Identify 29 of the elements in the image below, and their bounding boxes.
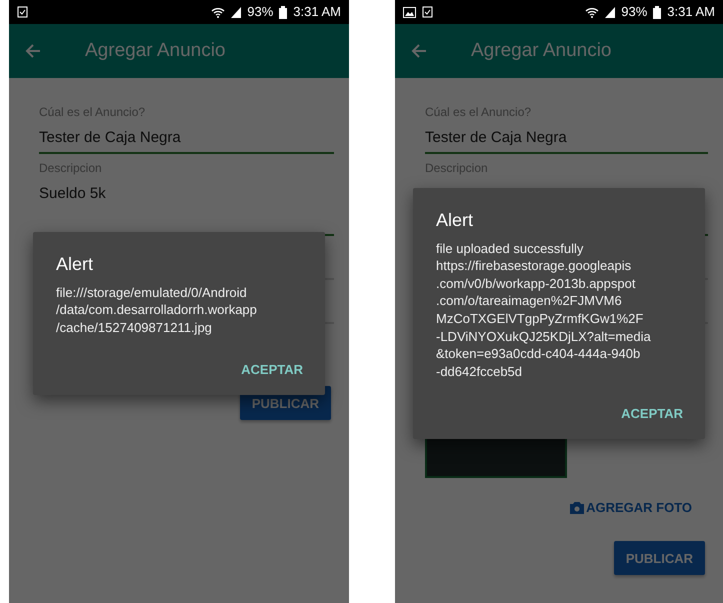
field-value: Sueldo 5k [39, 184, 107, 204]
field-value: Tester de Caja Negra [425, 128, 568, 148]
publish-button[interactable]: PUBLICAR [614, 541, 705, 575]
battery-percent: 93% [621, 4, 648, 20]
dialog-message: file uploaded successfully https://firebasestorage.googleapis .com/v0/b/workapp-2013b.appspot .com/o/tareaimagen%2FJMVM6 MzCoTXGElVTgpPyZrmfKGw1%2F -LDViNYOXukQJ25KDjLX?alt=media &token=e93a0cdd-c404-444a-940b -dd642fcceb5d [436, 240, 652, 380]
screen-title: Agregar Anuncio [471, 40, 612, 62]
battery-icon [279, 6, 288, 18]
clock-time: 3:31 AM [667, 4, 715, 20]
wifi-icon [211, 6, 226, 18]
battery-icon [653, 6, 662, 18]
image-icon [403, 6, 416, 18]
dialog-title: Alert [56, 252, 94, 276]
field-value: Tester de Caja Negra [39, 128, 182, 148]
clock-time: 3:31 AM [293, 4, 341, 20]
clipboard-check-icon [17, 6, 28, 18]
add-photo-button[interactable]: AGREGAR FOTO [570, 496, 692, 519]
battery-percent: 93% [247, 4, 274, 20]
dialog-title: Alert [436, 208, 474, 232]
accept-button[interactable]: ACEPTAR [621, 402, 683, 426]
back-arrow-icon[interactable] [25, 43, 41, 59]
signal-icon [231, 6, 242, 18]
accept-button[interactable]: ACEPTAR [241, 358, 303, 382]
signal-icon [605, 6, 616, 18]
camera-icon [570, 502, 584, 514]
dialog-message: file:///storage/emulated/0/Android /data/com.desarrolladorrh.workapp /cache/1527409871211.jpg [56, 284, 258, 336]
wifi-icon [585, 6, 600, 18]
screen-title: Agregar Anuncio [85, 40, 226, 62]
back-arrow-icon[interactable] [411, 43, 427, 59]
clipboard-check-icon [422, 6, 433, 18]
